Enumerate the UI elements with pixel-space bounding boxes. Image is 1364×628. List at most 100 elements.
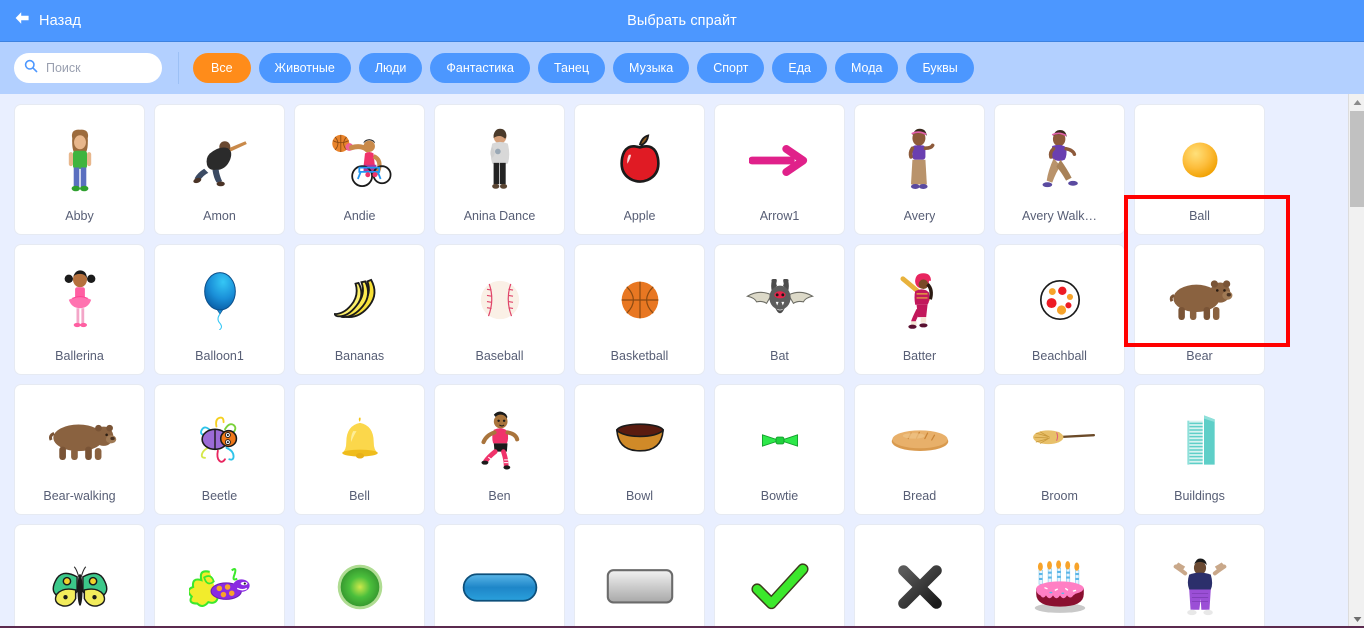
filter-tag-5[interactable]: Музыка [613, 53, 690, 83]
sprite-card[interactable]: Bread [854, 384, 985, 515]
anina-icon [435, 105, 564, 209]
butterfly2-icon [155, 525, 284, 628]
sprite-label: Bowl [625, 489, 654, 503]
sprite-card[interactable]: Bear-walking [14, 384, 145, 515]
sprite-card[interactable] [854, 524, 985, 628]
beachball-icon [995, 245, 1124, 349]
sprite-card[interactable]: Beetle [154, 384, 285, 515]
filter-tag-3[interactable]: Фантастика [430, 53, 530, 83]
sprite-card[interactable]: Bell [294, 384, 425, 515]
sprite-card[interactable] [294, 524, 425, 628]
filter-tag-0[interactable]: Все [193, 53, 251, 83]
sprite-card[interactable]: Apple [574, 104, 705, 235]
sprite-card[interactable]: Abby [14, 104, 145, 235]
abby-icon [15, 105, 144, 209]
sprite-card[interactable]: Arrow1 [714, 104, 845, 235]
ball-icon [1135, 105, 1264, 209]
filter-tag-8[interactable]: Мода [835, 53, 899, 83]
bear-icon [1135, 245, 1264, 349]
sprite-card[interactable]: Andie [294, 104, 425, 235]
sprite-card[interactable] [1134, 524, 1265, 628]
sprite-label: Bowtie [760, 489, 799, 503]
sprite-card[interactable]: Anina Dance [434, 104, 565, 235]
sprite-card[interactable]: Batter [854, 244, 985, 375]
filter-tag-6[interactable]: Спорт [697, 53, 765, 83]
andie-icon [295, 105, 424, 209]
sprite-card[interactable]: Amon [154, 104, 285, 235]
filter-tag-4[interactable]: Танец [537, 53, 606, 83]
sprite-card[interactable] [154, 524, 285, 628]
broom-icon [995, 385, 1124, 489]
sprite-card[interactable] [14, 524, 145, 628]
sprite-card[interactable]: Bat [714, 244, 845, 375]
filter-tag-9[interactable]: Буквы [906, 53, 974, 83]
sprite-card[interactable]: Beachball [994, 244, 1125, 375]
bearwalking-icon [15, 385, 144, 489]
sprite-card[interactable]: Baseball [434, 244, 565, 375]
search-icon [24, 59, 38, 78]
sprite-card[interactable]: Avery [854, 104, 985, 235]
sprite-scroll-region[interactable]: Abby Amon Andie Anina Dance Apple Arrow1… [0, 94, 1364, 628]
sprite-grid-area: Abby Amon Andie Anina Dance Apple Arrow1… [0, 94, 1364, 628]
sprite-label: Avery [903, 209, 936, 223]
sprite-label: Basketball [610, 349, 669, 363]
button2-icon [435, 525, 564, 628]
sprite-card[interactable]: Bowl [574, 384, 705, 515]
filter-tag-2[interactable]: Люди [358, 53, 423, 83]
sprite-card[interactable]: Broom [994, 384, 1125, 515]
vertical-scrollbar[interactable] [1348, 94, 1364, 628]
scrollbar-thumb[interactable] [1350, 111, 1364, 207]
arrow1-icon [715, 105, 844, 209]
sprite-card[interactable] [574, 524, 705, 628]
sprite-card[interactable] [714, 524, 845, 628]
arrow-left-icon [14, 11, 30, 30]
buildings-icon [1135, 385, 1264, 489]
sprite-label: Baseball [475, 349, 524, 363]
sprite-card[interactable]: Bowtie [714, 384, 845, 515]
sprite-card[interactable]: Avery Walk… [994, 104, 1125, 235]
filter-tag-1[interactable]: Животные [258, 53, 351, 83]
basketball-icon [575, 245, 704, 349]
batter-icon [855, 245, 984, 349]
search-input[interactable] [46, 61, 152, 75]
sprite-label: Andie [343, 209, 376, 223]
sprite-card[interactable]: Bananas [294, 244, 425, 375]
sprite-card[interactable]: Ben [434, 384, 565, 515]
back-label: Назад [39, 12, 82, 29]
sprite-card[interactable]: Buildings [1134, 384, 1265, 515]
sprite-card[interactable]: Balloon1 [154, 244, 285, 375]
sprite-label: Balloon1 [195, 349, 244, 363]
bat-icon [715, 245, 844, 349]
bananas-icon [295, 245, 424, 349]
filter-bar: ВсеЖивотныеЛюдиФантастикаТанецМузыкаСпор… [0, 42, 1364, 94]
sprite-label: Bread [902, 489, 937, 503]
sprite-label: Bat [770, 349, 789, 363]
button1-icon [295, 525, 424, 628]
sprite-label: Bear [1186, 349, 1213, 363]
sprite-card[interactable]: Basketball [574, 244, 705, 375]
cake-icon [995, 525, 1124, 628]
sprite-label: Apple [623, 209, 656, 223]
sprite-card[interactable] [434, 524, 565, 628]
sprite-label: Abby [65, 209, 94, 223]
apple-icon [575, 105, 704, 209]
bread-icon [855, 385, 984, 489]
bowl-icon [575, 385, 704, 489]
sprite-label: Buildings [1174, 489, 1225, 503]
butterfly1-icon [15, 525, 144, 628]
baseball-icon [435, 245, 564, 349]
triangle-up-icon[interactable] [1349, 94, 1364, 111]
sprite-card[interactable]: Ball [1134, 104, 1265, 235]
filter-divider [178, 52, 179, 84]
sprite-label: Batter [902, 349, 937, 363]
button3-icon [575, 525, 704, 628]
sprite-label: Broom [1041, 489, 1078, 503]
sprite-card[interactable]: Bear [1134, 244, 1265, 375]
filter-tag-7[interactable]: Еда [772, 53, 827, 83]
sprite-card[interactable] [994, 524, 1125, 628]
back-button[interactable]: Назад [0, 0, 95, 41]
averywalk-icon [995, 105, 1124, 209]
sprite-label: Anina Dance [463, 209, 536, 223]
sprite-card[interactable]: Ballerina [14, 244, 145, 375]
search-box[interactable] [14, 53, 162, 83]
